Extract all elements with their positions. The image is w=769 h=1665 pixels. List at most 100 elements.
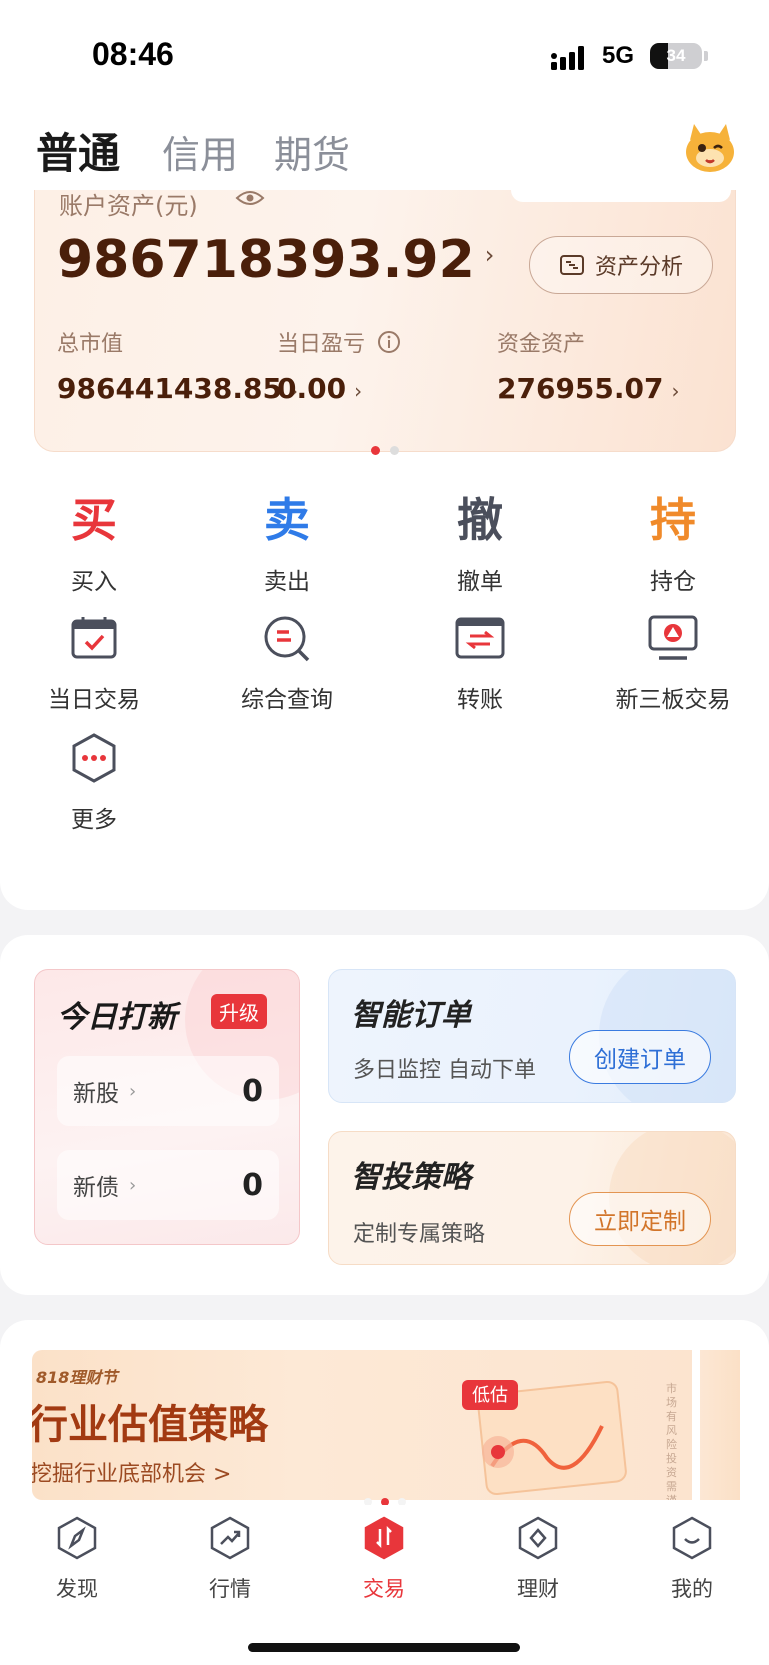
mascot-avatar-icon[interactable] bbox=[682, 118, 738, 174]
neeq-trade-button[interactable]: 新三板交易 bbox=[598, 608, 748, 714]
upgrade-badge[interactable]: 升级 bbox=[211, 994, 267, 1029]
bottom-nav: 发现 行情 交易 理财 我的 bbox=[0, 1505, 769, 1665]
carousel-dot bbox=[370, 446, 380, 455]
status-bar: 08:46 5G 34 bbox=[0, 0, 769, 110]
chevron-right-icon: › bbox=[129, 1174, 137, 1196]
action-label: 买入 bbox=[71, 569, 117, 595]
wealth-icon bbox=[518, 1516, 558, 1560]
compass-icon bbox=[57, 1516, 97, 1560]
carousel-dots bbox=[0, 446, 769, 455]
stat-label: 当日盈亏 bbox=[277, 332, 366, 357]
smart-order-subtitle: 多日监控 自动下单 bbox=[353, 1058, 536, 1083]
trade-icon bbox=[364, 1516, 404, 1560]
action-label: 撤单 bbox=[457, 569, 503, 595]
stat-value: 986441438.85 bbox=[57, 372, 282, 405]
stat-cash-assets[interactable]: 资金资产 276955.07 › bbox=[497, 326, 680, 405]
next-banner-peek[interactable] bbox=[700, 1350, 740, 1500]
buy-button[interactable]: 买 买入 bbox=[19, 490, 169, 596]
new-bonds-row[interactable]: 新债 › 0 bbox=[57, 1150, 279, 1220]
sell-button[interactable]: 卖 卖出 bbox=[212, 490, 362, 596]
feature-cards-section: 今日打新 升级 新股 › 0 新债 › 0 智能订单 多日监控 自动下单 创建订… bbox=[0, 935, 769, 1295]
signal-icon bbox=[551, 46, 584, 70]
nav-label: 我的 bbox=[671, 1577, 713, 1601]
nav-market[interactable]: 行情 bbox=[175, 1515, 285, 1603]
nav-label: 交易 bbox=[363, 1577, 405, 1601]
banner-title: 行业估值策略 bbox=[32, 1402, 268, 1448]
battery-level: 34 bbox=[666, 46, 686, 65]
action-label: 持仓 bbox=[650, 569, 696, 595]
nav-label: 发现 bbox=[56, 1577, 98, 1601]
asset-analysis-button[interactable]: 资产分析 bbox=[529, 236, 713, 294]
banner-badge: 低估 bbox=[472, 1385, 508, 1406]
action-label: 新三板交易 bbox=[615, 687, 731, 713]
row-name: 新债 bbox=[73, 1175, 119, 1201]
nav-wealth[interactable]: 理财 bbox=[483, 1515, 593, 1603]
row-count: 0 bbox=[242, 1073, 263, 1109]
positions-icon: 持 bbox=[650, 493, 696, 547]
buy-icon: 买 bbox=[71, 493, 117, 547]
battery-cap bbox=[704, 51, 708, 61]
home-indicator bbox=[248, 1643, 520, 1652]
tab-normal[interactable]: 普通 bbox=[36, 120, 120, 181]
nav-discover[interactable]: 发现 bbox=[22, 1515, 132, 1603]
new-stocks-row[interactable]: 新股 › 0 bbox=[57, 1056, 279, 1126]
strategy-card[interactable]: 智投策略 定制专属策略 立即定制 bbox=[328, 1131, 736, 1265]
customize-button[interactable]: 立即定制 bbox=[569, 1192, 711, 1246]
cancel-order-button[interactable]: 撤 撤单 bbox=[405, 490, 555, 596]
strategy-title: 智投策略 bbox=[351, 1160, 471, 1195]
chevron-right-icon: › bbox=[671, 379, 680, 403]
sell-icon: 卖 bbox=[264, 493, 310, 547]
banner-disclaimer: 市场有风险 投资需谨慎 bbox=[666, 1382, 677, 1500]
action-label: 综合查询 bbox=[241, 687, 333, 713]
nav-label: 行情 bbox=[209, 1577, 251, 1601]
stat-value: 276955.07 bbox=[497, 372, 664, 405]
banner-tag: 818理财节 bbox=[36, 1368, 118, 1387]
nav-label: 理财 bbox=[517, 1577, 559, 1601]
valuation-chart-illustration: 低估 bbox=[462, 1380, 627, 1496]
account-type-tabs: 普通 信用 期货 bbox=[0, 110, 769, 190]
asset-analysis-label: 资产分析 bbox=[594, 255, 683, 280]
tab-credit[interactable]: 信用 bbox=[162, 124, 238, 179]
search-query-icon bbox=[264, 616, 310, 662]
create-order-button[interactable]: 创建订单 bbox=[569, 1030, 711, 1084]
tab-futures[interactable]: 期货 bbox=[274, 124, 350, 179]
asset-total[interactable]: 986718393.92 › bbox=[57, 230, 494, 290]
eye-icon[interactable] bbox=[235, 188, 265, 208]
smart-order-card[interactable]: 智能订单 多日监控 自动下单 创建订单 bbox=[328, 969, 736, 1103]
action-label: 更多 bbox=[71, 807, 117, 833]
asset-card[interactable]: 账户资产(元) 986718393.92 › 资产分析 总市值 986441438… bbox=[34, 190, 736, 452]
top-section: 账户资产(元) 986718393.92 › 资产分析 总市值 986441438… bbox=[0, 190, 769, 910]
row-count: 0 bbox=[242, 1167, 263, 1203]
info-icon[interactable] bbox=[377, 330, 401, 354]
query-button[interactable]: 综合查询 bbox=[212, 608, 362, 714]
ipo-card[interactable]: 今日打新 升级 新股 › 0 新债 › 0 bbox=[34, 969, 300, 1245]
transfer-icon bbox=[455, 617, 505, 659]
card-notch bbox=[511, 190, 731, 202]
more-hexagon-icon bbox=[72, 733, 116, 783]
ipo-title: 今日打新 bbox=[57, 1000, 177, 1035]
battery-icon: 34 bbox=[650, 43, 702, 69]
stat-value: 0.00 bbox=[277, 372, 347, 405]
positions-button[interactable]: 持 持仓 bbox=[598, 490, 748, 596]
nav-profile[interactable]: 我的 bbox=[637, 1515, 747, 1603]
transfer-button[interactable]: 转账 bbox=[405, 608, 555, 714]
banner-subtitle: 挖掘行业底部机会 > bbox=[32, 1462, 232, 1487]
asset-label: 账户资产(元) bbox=[59, 192, 198, 220]
calendar-check-icon bbox=[71, 617, 117, 659]
carousel-dot bbox=[389, 446, 399, 455]
more-button[interactable]: 更多 bbox=[19, 728, 169, 834]
network-label: 5G bbox=[602, 42, 635, 69]
stat-daily-pnl[interactable]: 当日盈亏 0.00 › bbox=[277, 326, 401, 405]
stat-label: 总市值 bbox=[57, 332, 124, 357]
daily-trades-button[interactable]: 当日交易 bbox=[19, 608, 169, 714]
nav-trade[interactable]: 交易 bbox=[329, 1515, 439, 1603]
chevron-right-icon: › bbox=[129, 1080, 137, 1102]
trend-icon bbox=[210, 1516, 250, 1560]
stat-market-value[interactable]: 总市值 986441438.85 › bbox=[57, 326, 298, 405]
chevron-right-icon: › bbox=[354, 379, 363, 403]
promo-banner[interactable]: 818理财节 行业估值策略 挖掘行业底部机会 > 低估 市场有风险 投资需谨慎 bbox=[32, 1350, 692, 1500]
stat-label: 资金资产 bbox=[497, 332, 586, 357]
strategy-subtitle: 定制专属策略 bbox=[353, 1222, 486, 1247]
monitor-icon bbox=[648, 615, 698, 660]
cancel-icon: 撤 bbox=[457, 493, 503, 547]
